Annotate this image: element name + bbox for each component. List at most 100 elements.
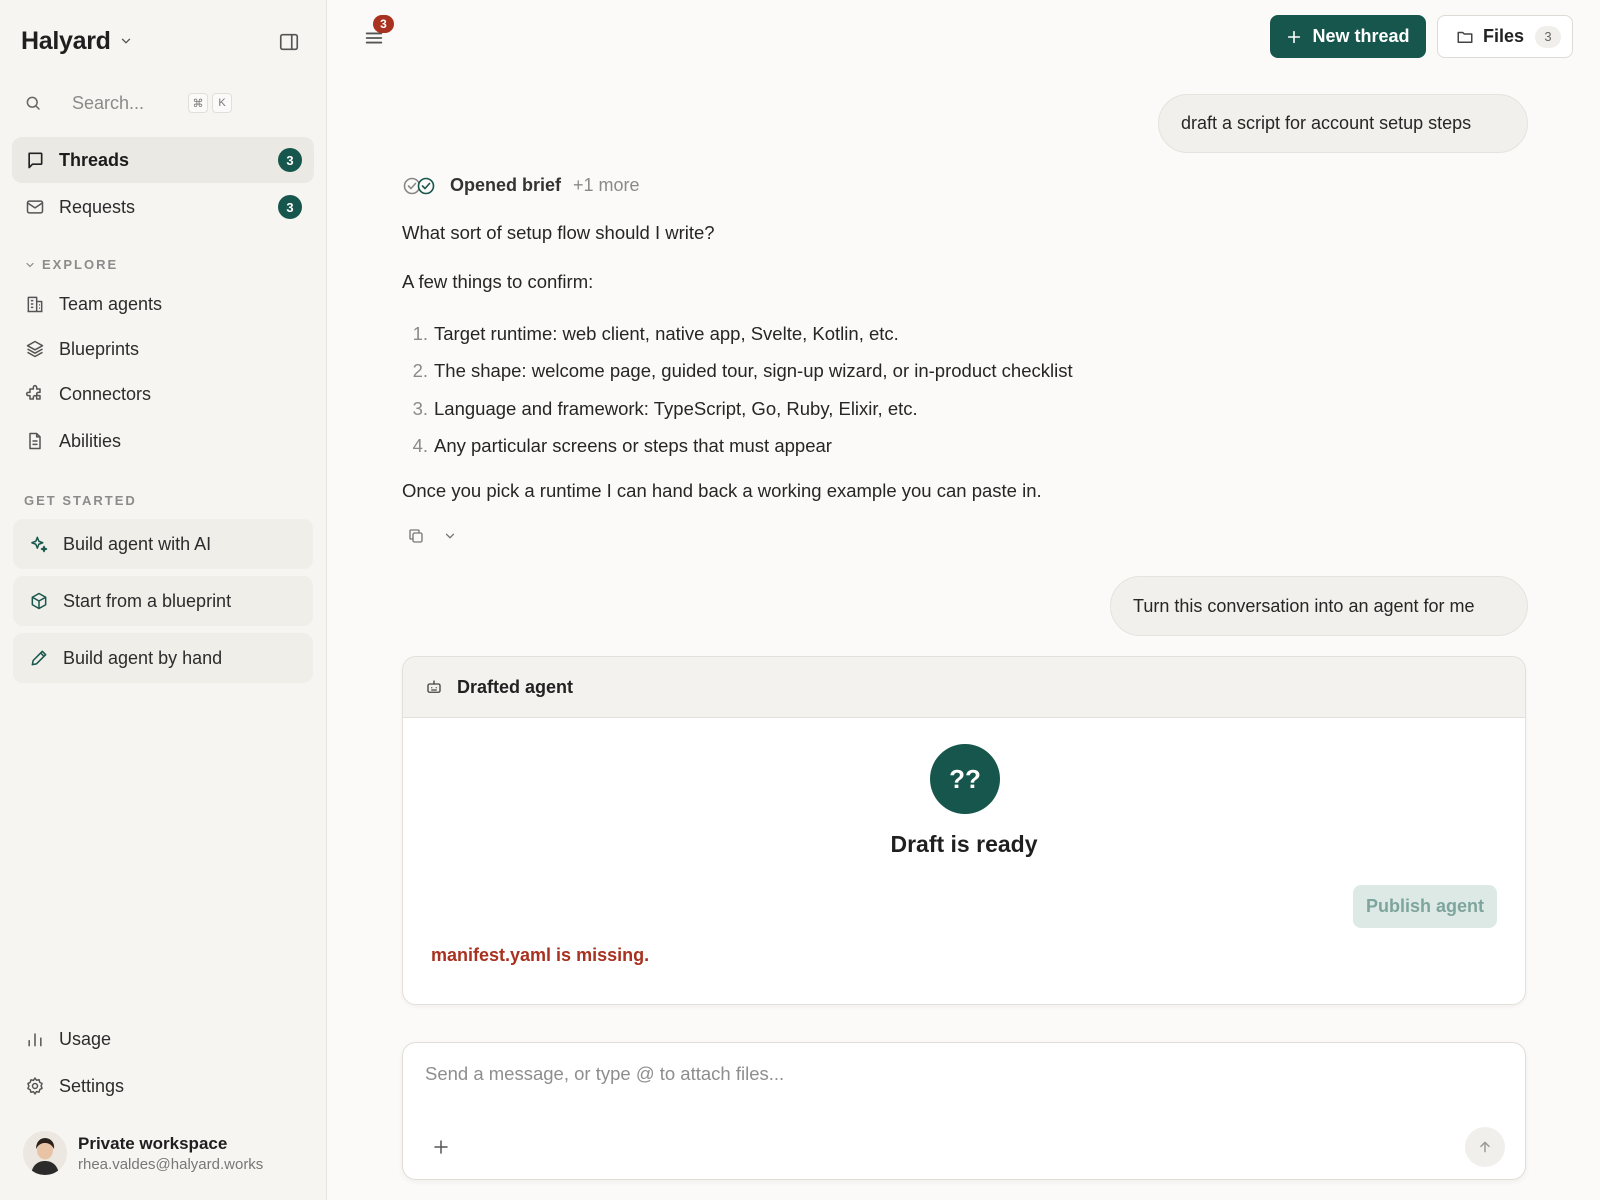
message-input[interactable] xyxy=(425,1063,1325,1085)
sidebar-item-label: Settings xyxy=(59,1075,125,1096)
chevron-down-icon xyxy=(119,34,133,48)
mail-icon xyxy=(25,197,45,217)
message-icon xyxy=(25,150,45,170)
agent-avatar: ?? xyxy=(930,744,1000,814)
list-number: 2. xyxy=(412,360,428,382)
sidebar-item-abilities[interactable]: Abilities xyxy=(12,418,314,464)
sidebar-item-label: Connectors xyxy=(59,383,152,404)
search-input[interactable]: Search... ⌘ K xyxy=(24,90,234,116)
chevron-down-icon xyxy=(24,259,36,271)
puzzle-icon xyxy=(25,384,45,404)
explore-heading: EXPLORE xyxy=(42,257,119,272)
build-agent-with-ai-button[interactable]: Build agent with AI xyxy=(13,519,313,569)
sidebar-item-threads[interactable]: Threads 3 xyxy=(12,137,314,183)
avatar xyxy=(23,1131,67,1175)
arrow-up-icon xyxy=(1477,1139,1493,1155)
user-email: rhea.valdes@halyard.works xyxy=(78,1155,264,1173)
start-card-label: Start from a blueprint xyxy=(63,590,232,611)
new-thread-label: New thread xyxy=(1312,26,1410,46)
search-shortcut: ⌘ K xyxy=(184,93,232,113)
send-button[interactable] xyxy=(1465,1127,1505,1167)
tool-label: Opened brief xyxy=(450,175,562,195)
sidebar-item-label: Usage xyxy=(59,1028,112,1049)
sidebar-item-label: Requests xyxy=(59,196,136,217)
list-number: 4. xyxy=(412,435,428,457)
list-item: 1. Target runtime: web client, native app… xyxy=(402,315,1073,353)
workspace-name: Private workspace xyxy=(78,1133,228,1153)
user-message: draft a script for account setup steps xyxy=(1158,94,1528,153)
sidebar-item-label: Threads xyxy=(59,149,130,170)
get-started-heading: GET STARTED xyxy=(24,493,137,508)
check-circles-icon xyxy=(402,176,438,196)
robot-icon xyxy=(425,678,443,696)
requests-count-badge: 3 xyxy=(278,195,302,219)
assistant-list: 1. Target runtime: web client, native app… xyxy=(402,315,1073,465)
plus-icon xyxy=(1286,29,1302,45)
sidebar-item-connectors[interactable]: Connectors xyxy=(12,371,314,417)
files-button[interactable]: Files 3 xyxy=(1437,15,1573,58)
search-icon xyxy=(24,94,42,112)
sidebar-item-label: Abilities xyxy=(59,430,122,451)
folder-icon xyxy=(1456,28,1474,46)
threads-count-badge: 3 xyxy=(278,148,302,172)
user-message: Turn this conversation into an agent for… xyxy=(1110,576,1528,636)
agent-card-title: Drafted agent xyxy=(457,676,574,697)
bar-chart-icon xyxy=(25,1029,45,1049)
workspace-switcher[interactable]: Halyard xyxy=(21,24,133,58)
message-actions xyxy=(407,527,457,545)
agent-error-message: manifest.yaml is missing. xyxy=(431,945,650,965)
sidebar-item-team-agents[interactable]: Team agents xyxy=(12,281,314,327)
shortcut-mod-key: ⌘ xyxy=(188,93,208,113)
files-label: Files xyxy=(1483,26,1525,46)
sparkles-icon xyxy=(29,534,49,554)
cube-icon xyxy=(29,591,49,611)
new-thread-button[interactable]: New thread xyxy=(1270,15,1426,58)
list-item: 3. Language and framework: TypeScript, Go… xyxy=(402,390,1073,428)
building-icon xyxy=(25,294,45,314)
plus-icon[interactable] xyxy=(429,1135,453,1159)
list-text: Target runtime: web client, native app, … xyxy=(434,322,899,344)
sidebar-item-requests[interactable]: Requests 3 xyxy=(12,184,314,230)
start-card-label: Build agent by hand xyxy=(63,647,223,668)
drafted-agent-card: Drafted agent ?? Draft is ready Publish … xyxy=(402,656,1526,1005)
publish-agent-button[interactable]: Publish agent xyxy=(1353,885,1497,928)
document-icon xyxy=(25,431,45,451)
assistant-closing: Once you pick a runtime I can hand back … xyxy=(402,480,1042,501)
sidebar-item-label: Team agents xyxy=(59,293,163,314)
sidebar-toggle-icon[interactable] xyxy=(277,30,301,54)
user-message-text: draft a script for account setup steps xyxy=(1181,113,1472,133)
get-started-heading-text: GET STARTED xyxy=(24,493,137,508)
list-text: Any particular screens or steps that mus… xyxy=(434,435,832,457)
build-agent-by-hand-button[interactable]: Build agent by hand xyxy=(13,633,313,683)
message-composer xyxy=(402,1042,1526,1180)
sidebar-item-usage[interactable]: Usage xyxy=(12,1016,314,1062)
layers-icon xyxy=(25,339,45,359)
sidebar-item-settings[interactable]: Settings xyxy=(12,1063,314,1109)
start-from-blueprint-button[interactable]: Start from a blueprint xyxy=(13,576,313,626)
agent-card-header: Drafted agent xyxy=(403,657,1525,718)
chevron-down-icon[interactable] xyxy=(443,529,457,543)
workspace-account[interactable]: Private workspace rhea.valdes@halyard.wo… xyxy=(23,1130,313,1176)
explore-section-toggle[interactable]: EXPLORE xyxy=(24,257,118,272)
list-item: 2. The shape: welcome page, guided tour, … xyxy=(402,353,1073,391)
sidebar-item-label: Blueprints xyxy=(59,338,140,359)
sidebar: Halyard Search... ⌘ K Threads 3 Requests… xyxy=(0,0,327,1200)
list-text: Language and framework: TypeScript, Go, … xyxy=(434,397,918,419)
search-placeholder: Search... xyxy=(72,92,145,113)
gear-icon xyxy=(25,1076,45,1096)
notification-badge: 3 xyxy=(373,15,394,33)
user-message-text: Turn this conversation into an agent for… xyxy=(1133,595,1475,616)
assistant-intro: A few things to confirm: xyxy=(402,271,594,292)
list-item: 4. Any particular screens or steps that m… xyxy=(402,428,1073,466)
app-name: Halyard xyxy=(21,26,111,55)
shortcut-letter-key: K xyxy=(212,93,232,113)
sidebar-item-blueprints[interactable]: Blueprints xyxy=(12,326,314,372)
tool-more-link[interactable]: +1 more xyxy=(573,175,640,196)
copy-icon[interactable] xyxy=(407,527,425,545)
assistant-question: What sort of setup flow should I write? xyxy=(402,222,715,243)
agent-status: Draft is ready xyxy=(890,831,1038,857)
tool-activity[interactable]: Opened brief +1 more xyxy=(402,175,640,196)
list-text: The shape: welcome page, guided tour, si… xyxy=(434,360,1073,382)
start-card-label: Build agent with AI xyxy=(63,533,212,554)
list-number: 3. xyxy=(412,397,428,419)
